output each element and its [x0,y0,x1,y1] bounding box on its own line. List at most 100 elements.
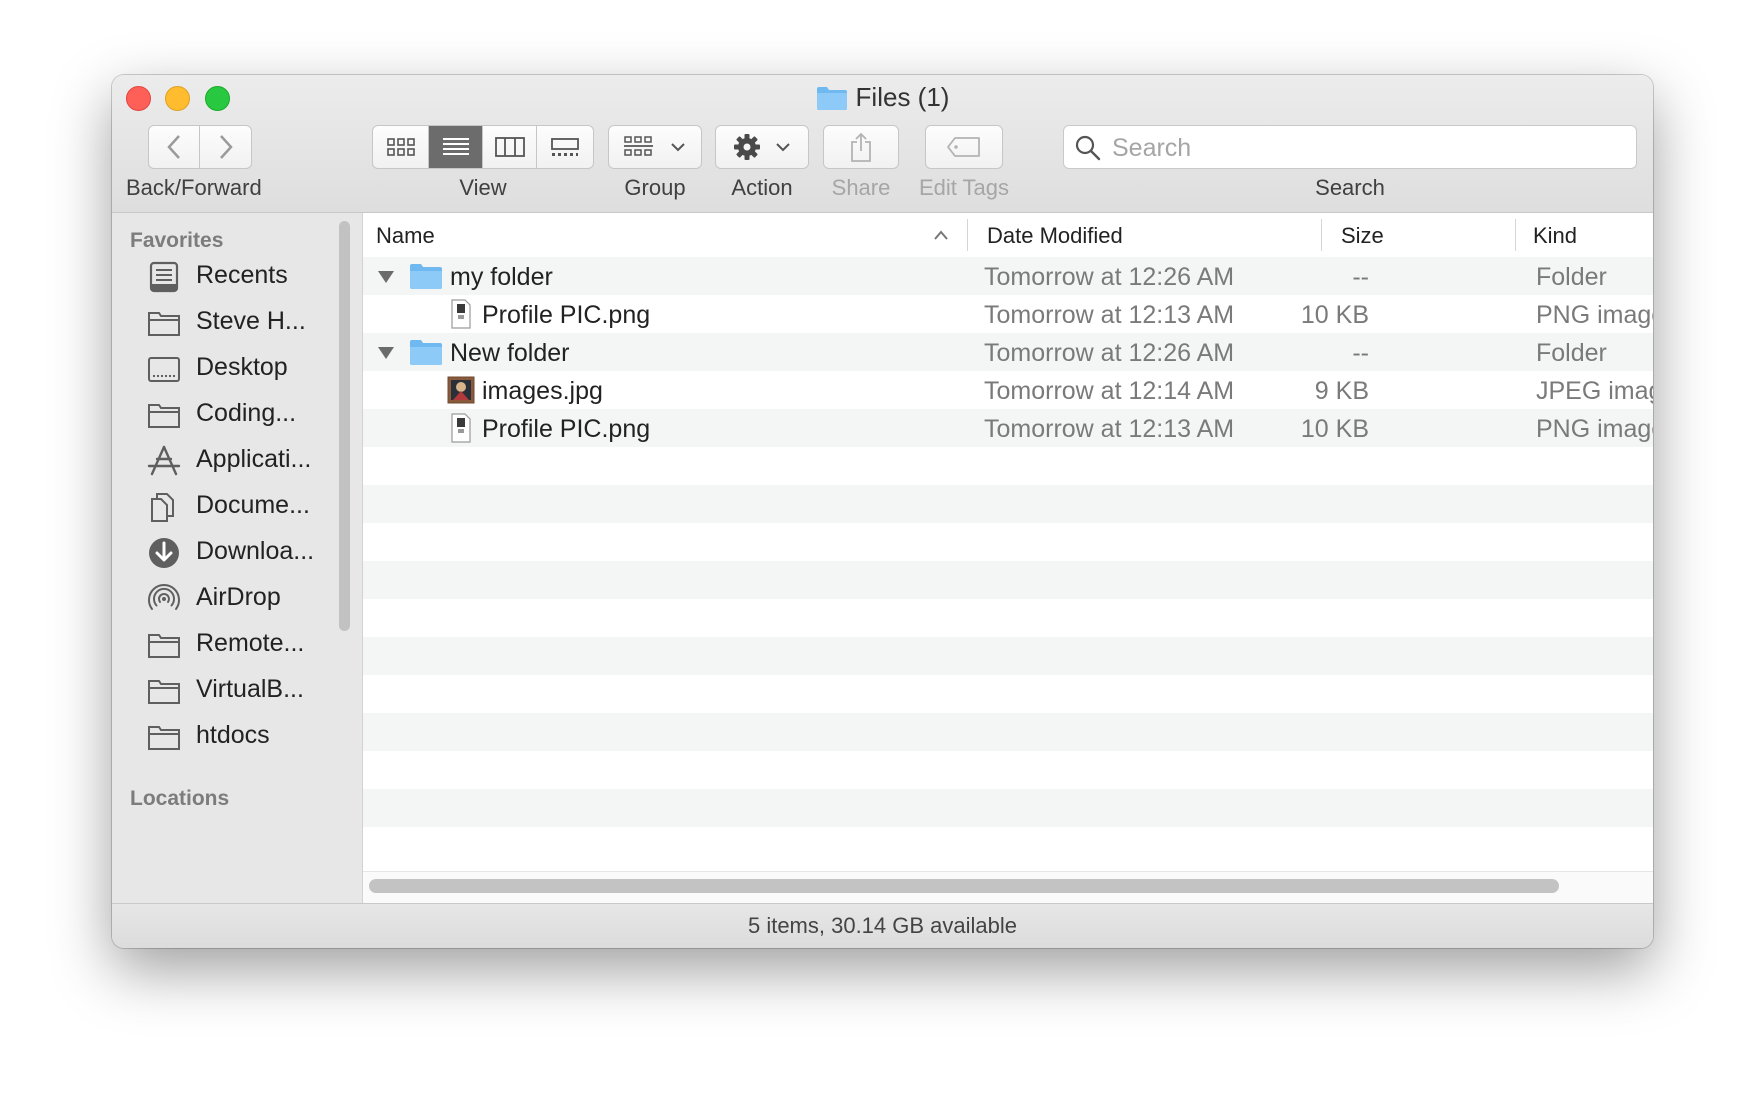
sidebar-item-applications[interactable]: Applicati... [112,437,347,483]
empty-row [363,713,1653,751]
disclosure-triangle-icon[interactable] [376,345,396,361]
empty-row [363,561,1653,599]
sidebar-item-label: Downloa... [196,537,315,565]
file-size: -- [1352,339,1369,367]
folder-icon [410,264,442,289]
chevron-down-icon [776,143,790,152]
forward-button[interactable] [200,126,251,168]
file-date: Tomorrow at 12:26 AM [984,339,1235,367]
group-label: Group [624,175,686,200]
sidebar-item-label: VirtualB... [196,675,304,703]
column-date-modified[interactable]: Date Modified [987,223,1123,249]
group-button[interactable] [608,125,702,169]
png-file-icon [451,413,471,443]
toolbar: Files (1) Back/Forward View Group Action… [112,75,1653,213]
share-label: Share [831,175,891,200]
table-row[interactable]: Profile PIC.png Tomorrow at 12:13 AM 10 … [363,409,1653,447]
sidebar-item-desktop[interactable]: Desktop [112,345,347,391]
disclosure-triangle-icon[interactable] [376,269,396,285]
back-forward-control [148,125,252,169]
downloads-icon [149,538,179,568]
jpg-thumbnail-icon [447,376,475,404]
sidebar-item-label: Applicati... [196,445,312,473]
horizontal-scrollbar[interactable] [369,879,1559,893]
sidebar-item-downloads[interactable]: Downloa... [112,529,347,575]
recents-icon [149,261,179,293]
column-divider[interactable] [967,219,968,251]
documents-icon [151,493,174,522]
sidebar-item-label: Steve H... [196,307,306,335]
group-icon [624,136,653,156]
airdrop-icon [148,584,180,610]
column-size[interactable]: Size [1341,223,1384,249]
share-button[interactable] [823,125,899,169]
file-kind: Folder [1536,339,1607,367]
table-row[interactable]: images.jpg Tomorrow at 12:14 AM 9 KB JPE… [363,371,1653,409]
sidebar-scrollbar[interactable] [339,221,350,631]
sidebar-item-label: AirDrop [196,583,281,611]
view-icons-button[interactable] [373,126,429,168]
file-date: Tomorrow at 12:13 AM [984,301,1235,329]
sidebar-item-label: Remote... [196,629,305,657]
finder-window: Files (1) Back/Forward View Group Action… [112,75,1653,948]
share-icon [851,132,871,162]
favorites-heading: Favorites [130,229,224,252]
sidebar: Favorites Recents Steve H... Desktop Cod… [112,213,363,903]
sidebar-item-virtualbox[interactable]: VirtualB... [112,667,347,713]
edit-tags-label: Edit Tags [918,175,1010,200]
column-kind[interactable]: Kind [1533,223,1577,249]
status-bar: 5 items, 30.14 GB available [112,903,1653,948]
sidebar-item-airdrop[interactable]: AirDrop [112,575,347,621]
sidebar-item-remote[interactable]: Remote... [112,621,347,667]
file-name: New folder [450,339,570,367]
file-date: Tomorrow at 12:14 AM [984,377,1235,405]
folder-icon [148,726,180,750]
back-button[interactable] [149,126,201,168]
search-field[interactable] [1063,125,1637,170]
sidebar-item-label: Desktop [196,353,288,381]
gear-icon [734,134,760,160]
table-row[interactable]: Profile PIC.png Tomorrow at 12:13 AM 10 … [363,295,1653,333]
empty-row [363,637,1653,675]
table-row[interactable]: my folder Tomorrow at 12:26 AM -- Folder [363,257,1653,295]
view-list-button[interactable] [429,126,483,168]
back-forward-label: Back/Forward [126,175,262,200]
chevron-down-icon [671,143,685,152]
list-view-icon [442,138,469,155]
sidebar-item-coding[interactable]: Coding... [112,391,347,437]
view-columns-button[interactable] [483,126,537,168]
sidebar-item-label: Coding... [196,399,297,427]
chevron-right-icon [219,135,233,159]
edit-tags-button[interactable] [925,125,1003,169]
locations-heading: Locations [130,787,230,810]
file-size: 10 KB [1300,301,1369,329]
sidebar-item-recents[interactable]: Recents [112,253,347,299]
column-view-icon [494,137,525,157]
sidebar-item-steve-home[interactable]: Steve H... [112,299,347,345]
sidebar-item-documents[interactable]: Docume... [112,483,347,529]
png-file-icon [451,299,471,329]
chevron-left-icon [167,135,180,159]
column-divider[interactable] [1321,219,1322,251]
table-row[interactable]: New folder Tomorrow at 12:26 AM -- Folde… [363,333,1653,371]
sidebar-item-htdocs[interactable]: htdocs [112,713,347,759]
file-kind: Folder [1536,263,1607,291]
search-input[interactable] [1110,126,1624,170]
sidebar-item-label: Recents [196,261,288,289]
file-list: Name Date Modified Size Kind my folder T… [363,213,1653,903]
file-name: images.jpg [482,377,603,405]
tag-icon [947,137,980,157]
file-kind: PNG image [1536,301,1653,329]
status-text: 5 items, 30.14 GB available [747,913,1018,938]
column-name[interactable]: Name [376,223,435,249]
folder-icon [148,312,180,336]
empty-row [363,485,1653,523]
action-label: Action [731,175,793,200]
column-header: Name Date Modified Size Kind [363,213,1653,258]
file-name: Profile PIC.png [482,415,651,443]
icon-view-icon [386,138,415,156]
action-button[interactable] [715,125,809,169]
view-gallery-button[interactable] [537,126,593,168]
column-divider[interactable] [1515,219,1516,251]
folder-icon [410,340,442,365]
